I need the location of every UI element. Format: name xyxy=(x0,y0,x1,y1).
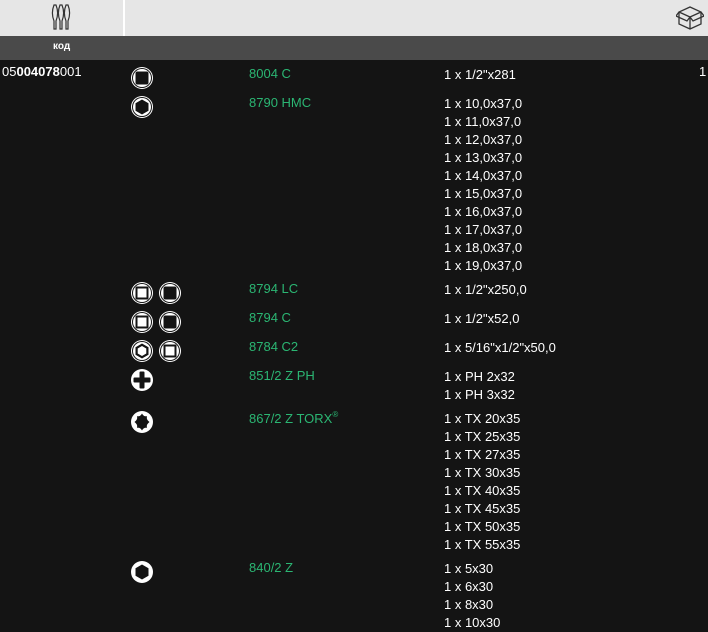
dimension-item: 1 x 11,0x37,0 xyxy=(444,114,522,129)
model-label: 8794 LC xyxy=(249,281,299,296)
dimension-item: 1 x TX 55x35 xyxy=(444,537,521,552)
dimension-list: 1 x 1/2"x281 xyxy=(444,66,516,84)
dimension-list: 1 x 1/2"x250,0 xyxy=(444,281,527,299)
dimension-item: 1 x 10,0x37,0 xyxy=(444,96,523,111)
dimension-item: 1 x PH 2x32 xyxy=(444,369,515,384)
column-header-bar: код xyxy=(0,36,708,60)
dimension-item: 1 x 8x30 xyxy=(444,597,494,612)
package-icon xyxy=(676,6,704,30)
model-name: 867/2 Z TORX xyxy=(249,411,333,426)
square-drive-icon xyxy=(158,339,182,363)
header-divider xyxy=(123,0,125,36)
model-label: 8794 C xyxy=(249,310,291,325)
hex-socket-icon xyxy=(130,95,154,119)
torx-icon xyxy=(130,410,154,434)
dimension-item: 1 x 1/2"x250,0 xyxy=(444,282,527,297)
dimension-item: 1 x PH 3x32 xyxy=(444,387,515,402)
square-drive-icon xyxy=(158,281,182,305)
dimension-item: 1 x 5x30 xyxy=(444,561,494,576)
square-drive-icon xyxy=(158,310,182,334)
dimension-item: 1 x 19,0x37,0 xyxy=(444,258,523,273)
dimension-item: 1 x TX 50x35 xyxy=(444,519,521,534)
square-drive-icon xyxy=(130,66,154,90)
screwdriver-set-icon xyxy=(51,4,71,30)
code-column-label: код xyxy=(53,41,71,52)
dimension-item: 1 x TX 45x35 xyxy=(444,501,521,516)
model-label: 851/2 Z PH xyxy=(249,368,315,383)
article-quantity: 1 xyxy=(699,64,707,79)
article-code-suffix: 001 xyxy=(59,64,82,79)
dimension-item: 1 x 6x30 xyxy=(444,579,494,594)
dimension-list: 1 x 1/2"x52,0 xyxy=(444,310,519,328)
registered-mark: ® xyxy=(332,410,339,419)
dimension-item: 1 x 1/2"x281 xyxy=(444,67,516,82)
hex-bit-icon xyxy=(130,560,154,584)
article-code: 05004078001 xyxy=(2,64,82,79)
dimension-item: 1 x 13,0x37,0 xyxy=(444,150,523,165)
square-drive-icon xyxy=(130,281,154,305)
dimension-list: 1 x PH 2x32 1 x PH 3x32 xyxy=(444,368,515,404)
dimension-item: 1 x 18,0x37,0 xyxy=(444,240,523,255)
top-bar xyxy=(0,0,708,36)
dimension-list: 1 x 5x30 1 x 6x30 1 x 8x30 1 x 10x30 xyxy=(444,560,500,632)
dimension-list: 1 x 10,0x37,0 1 x 11,0x37,0 1 x 12,0x37,… xyxy=(444,95,522,275)
dimension-item: 1 x 16,0x37,0 xyxy=(444,204,523,219)
model-label: 840/2 Z xyxy=(249,560,294,575)
article-code-prefix: 05 xyxy=(2,64,17,79)
model-label: 8004 C xyxy=(249,66,291,81)
dimension-item: 1 x TX 30x35 xyxy=(444,465,521,480)
dimension-item: 1 x 17,0x37,0 xyxy=(444,222,523,237)
phillips-icon xyxy=(130,368,154,392)
dimension-item: 1 x 1/2"x52,0 xyxy=(444,311,520,326)
dimension-item: 1 x 10x30 xyxy=(444,615,501,630)
dimension-item: 1 x TX 25x35 xyxy=(444,429,521,444)
dimension-item: 1 x 14,0x37,0 xyxy=(444,168,523,183)
dimension-item: 1 x TX 27x35 xyxy=(444,447,521,462)
dimension-item: 1 x 12,0x37,0 xyxy=(444,132,523,147)
model-label: 867/2 Z TORX® xyxy=(249,410,338,426)
model-label: 8784 C2 xyxy=(249,339,299,354)
article-code-main: 004078 xyxy=(16,64,60,79)
dimension-item: 1 x 15,0x37,0 xyxy=(444,186,523,201)
hex-socket-icon xyxy=(130,339,154,363)
square-drive-icon xyxy=(130,310,154,334)
dimension-list: 1 x TX 20x35 1 x TX 25x35 1 x TX 27x35 1… xyxy=(444,410,520,554)
dimension-item: 1 x 5/16"x1/2"x50,0 xyxy=(444,340,556,355)
dimension-list: 1 x 5/16"x1/2"x50,0 xyxy=(444,339,556,357)
model-label: 8790 HMC xyxy=(249,95,312,110)
dimension-item: 1 x TX 20x35 xyxy=(444,411,521,426)
dimension-item: 1 x TX 40x35 xyxy=(444,483,521,498)
